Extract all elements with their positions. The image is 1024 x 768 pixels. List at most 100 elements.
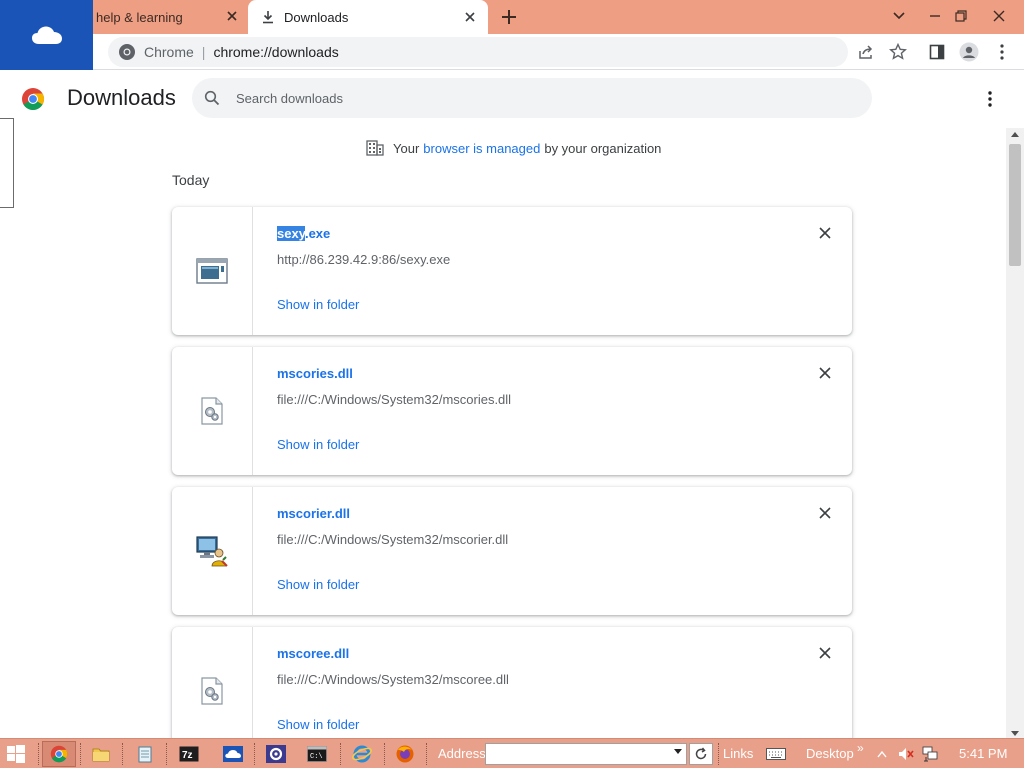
file-icon-column [172,347,253,475]
dll-gear-icon [201,397,223,425]
taskbar-settings-gear-icon[interactable] [259,741,293,767]
tab-downloads[interactable]: Downloads [248,0,488,34]
address-refresh-button[interactable] [689,743,713,765]
date-group-label: Today [172,172,210,188]
downloads-menu-icon[interactable] [980,89,1000,109]
onedrive-tile[interactable] [0,0,93,70]
file-url: file:///C:/Windows/System32/mscorier.dll [277,532,509,547]
search-downloads-box[interactable] [192,78,872,118]
chrome-site-icon [119,44,135,60]
taskbar-separator [340,743,342,765]
taskbar-separator [166,743,168,765]
file-icon-column [172,487,253,615]
new-tab-button[interactable] [498,6,520,28]
taskbar-internet-explorer-icon[interactable] [345,741,379,767]
taskbar-file-explorer-icon[interactable] [84,741,118,767]
tab-help-learning[interactable]: help & learning [93,0,248,34]
search-icon [204,90,220,106]
refresh-icon [695,747,707,760]
taskbar-overflow-chevron[interactable]: » [857,741,864,755]
bookmark-star-icon[interactable] [888,42,908,62]
address-bar[interactable]: Chrome | chrome://downloads [108,37,848,67]
tab-search-chevron-icon[interactable] [884,4,914,28]
address-toolbar-label: Address [438,746,486,761]
profile-avatar-icon[interactable] [959,42,979,62]
tab-title: help & learning [96,9,183,25]
cloud-icon [31,26,62,44]
show-in-folder-link[interactable]: Show in folder [277,297,359,312]
file-name-link[interactable]: sexy.exe [277,226,330,241]
file-url: http://86.239.42.9:86/sexy.exe [277,252,451,267]
volume-muted-icon[interactable] [894,741,918,767]
taskbar-address-input[interactable] [485,743,687,765]
address-dropdown-arrow-icon[interactable] [674,749,682,754]
managed-prefix: Your [393,140,420,156]
omnibox-separator: | [201,44,206,60]
downloads-header: Downloads [0,71,1024,127]
taskbar-separator [38,743,40,765]
file-name-link[interactable]: mscorier.dll [277,506,350,521]
site-name: Chrome [144,44,194,60]
side-window-edge [0,118,14,208]
show-in-folder-link[interactable]: Show in folder [277,717,359,732]
windows-start-icon[interactable] [6,744,26,764]
show-hidden-icons-arrow-icon[interactable] [870,741,894,767]
file-name-highlight: sexy [277,226,305,241]
taskbar-keyboard-icon[interactable] [760,741,792,767]
browser-managed-link[interactable]: browser is managed [423,141,540,156]
file-icon-column [172,627,253,755]
scroll-up-arrow-icon[interactable] [1011,132,1019,137]
taskbar-separator [122,743,124,765]
exe-window-icon [196,258,228,284]
remove-close-icon[interactable] [818,226,832,240]
restore-icon[interactable] [946,4,976,28]
svg-text:7z: 7z [182,750,193,761]
file-name-rest: .exe [304,226,331,241]
svg-text:C:\: C:\ [310,753,323,761]
taskbar-chrome-icon[interactable] [42,741,76,767]
search-input[interactable] [236,78,836,118]
close-window-icon[interactable] [984,4,1014,28]
download-item: mscories.dll file:///C:/Windows/System32… [172,347,852,475]
page-scrollbar[interactable] [1006,128,1024,738]
desktop-toolbar-label[interactable]: Desktop [806,746,854,761]
scrollbar-thumb[interactable] [1009,144,1021,266]
file-icon-column [172,207,253,335]
taskbar-7zip-icon[interactable]: 7z [172,741,206,767]
taskbar-separator [254,743,256,765]
taskbar-clock[interactable]: 5:41 PM [959,746,1007,761]
show-in-folder-link[interactable]: Show in folder [277,577,359,592]
dll-gear-icon [201,677,223,705]
windows-taskbar: 7z C:\ Address Links Desktop » 5:41 PM [0,738,1024,768]
taskbar-notepad-icon[interactable] [128,741,162,767]
taskbar-firefox-icon[interactable] [388,741,422,767]
remove-close-icon[interactable] [818,506,832,520]
side-panel-icon[interactable] [927,42,947,62]
taskbar-onedrive-icon[interactable] [216,741,250,767]
download-item: mscoree.dll file:///C:/Windows/System32/… [172,627,852,755]
browser-menu-icon[interactable] [992,42,1012,62]
taskbar-command-prompt-icon[interactable]: C:\ [300,741,334,767]
remove-close-icon[interactable] [818,646,832,660]
url-text[interactable]: chrome://downloads [213,44,338,60]
download-item: mscorier.dll file:///C:/Windows/System32… [172,487,852,615]
building-icon [366,140,384,156]
file-name-link[interactable]: mscoree.dll [277,646,349,661]
download-item: sexy.exe http://86.239.42.9:86/sexy.exe … [172,207,852,335]
tab-close-icon[interactable] [462,9,478,25]
tab-close-icon[interactable] [224,8,240,24]
file-name-link[interactable]: mscories.dll [277,366,353,381]
show-in-folder-link[interactable]: Show in folder [277,437,359,452]
network-icon[interactable] [918,741,942,767]
links-toolbar-label[interactable]: Links [723,746,753,761]
scroll-down-arrow-icon[interactable] [1011,731,1019,736]
taskbar-separator [426,743,428,765]
share-icon[interactable] [856,42,876,62]
managed-notice: Your browser is managed by your organiza… [366,140,661,156]
file-url: file:///C:/Windows/System32/mscories.dll [277,392,512,407]
managed-suffix: by your organization [544,140,662,156]
taskbar-separator [718,743,720,765]
tab-title: Downloads [284,9,349,25]
computer-user-icon [196,536,228,567]
remove-close-icon[interactable] [818,366,832,380]
